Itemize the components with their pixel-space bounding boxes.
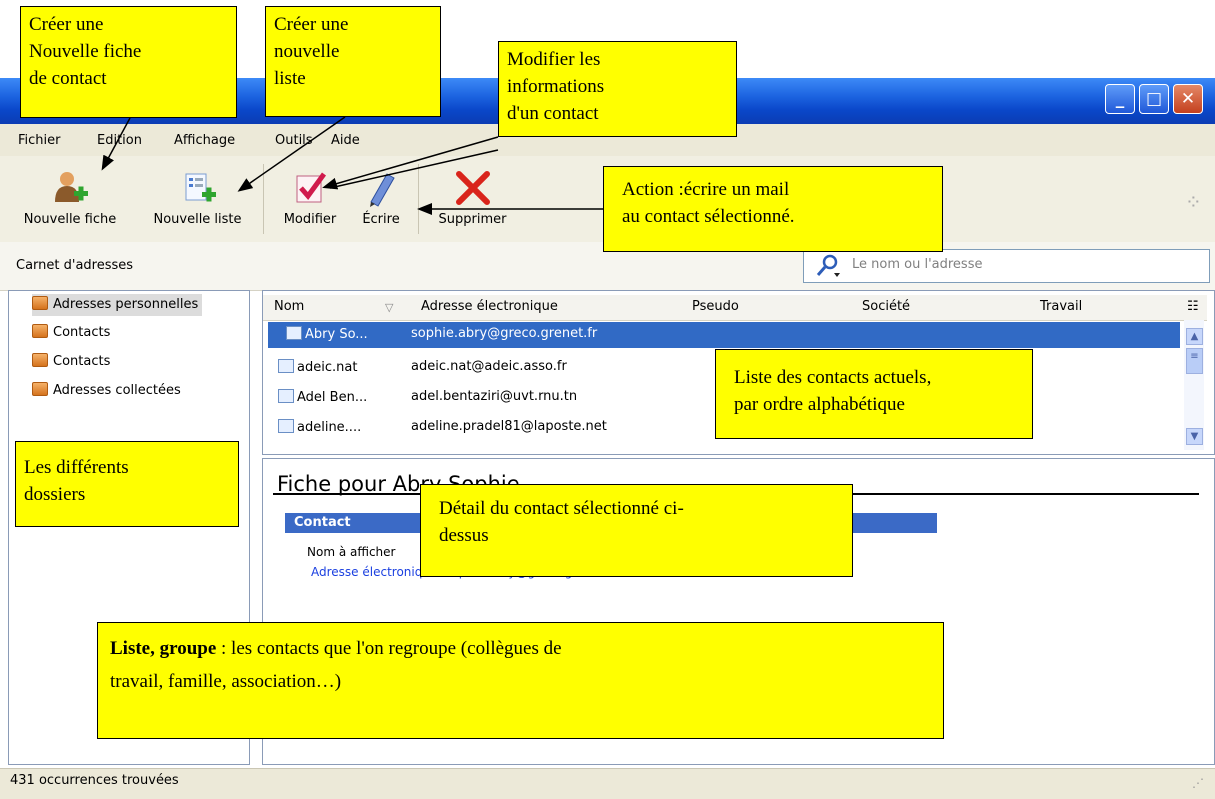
- callout-new-card: Créer une Nouvelle fiche de contact: [20, 6, 237, 118]
- arrow-new-card: [101, 117, 131, 171]
- arrow-new-list: [237, 116, 346, 192]
- callout-modify: Modifier les informations d'un contact: [498, 41, 737, 137]
- callout-folders: Les différents dossiers: [15, 441, 239, 527]
- arrow-modify-2: [329, 149, 499, 189]
- arrow-modify: [322, 136, 499, 190]
- callout-list-group: Liste, groupe : les contacts que l'on re…: [97, 622, 944, 739]
- callout-write-action: Action :écrire un mail au contact sélect…: [603, 166, 943, 252]
- callout-contacts-list: Liste des contacts actuels, par ordre al…: [715, 349, 1033, 439]
- callout-detail: Détail du contact sélectionné ci- dessus: [420, 484, 853, 577]
- callout-new-list: Créer une nouvelle liste: [265, 6, 441, 117]
